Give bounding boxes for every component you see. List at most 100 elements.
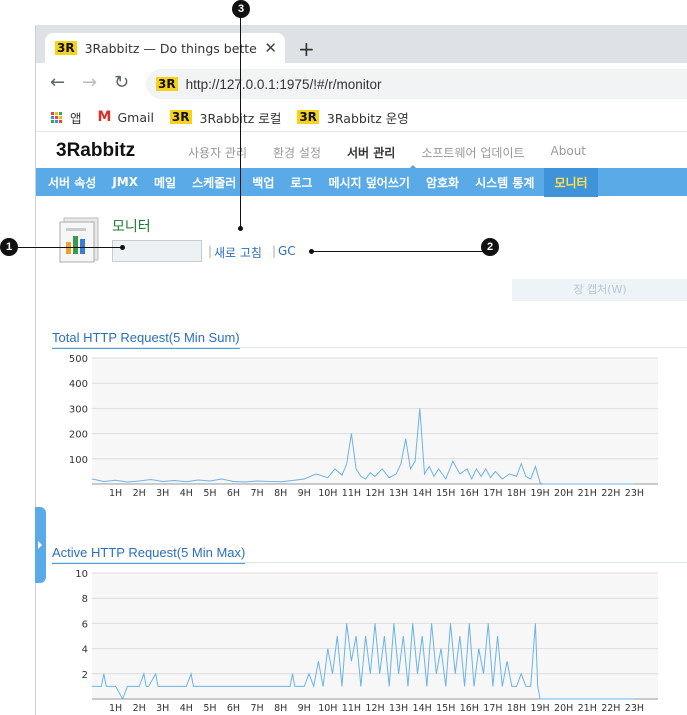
address-input[interactable]: 3R http://127.0.0.1:1975/!#/r/monitor [146, 69, 687, 99]
3r-favicon-icon: 3R [55, 41, 77, 55]
subnav-server-properties[interactable]: 서버 속성 [48, 174, 96, 191]
browser-window: 3R 3Rabbitz — Do things better, to ✕ + ←… [35, 25, 687, 715]
active-http-request-chart: 2 4 6 8 10 1H 2H 3H 4H 5H 6H 7H 8H 9H 10H 11H 12H 13H 14H 1… [75, 569, 658, 714]
tab-title: 3Rabbitz — Do things better, to [84, 40, 257, 56]
close-tab-icon[interactable]: ✕ [264, 39, 277, 57]
subnav-encryption[interactable]: 암호화 [426, 174, 459, 191]
side-panel-toggle[interactable] [35, 507, 46, 583]
y-tick-label: 400 [69, 379, 88, 390]
url-text: http://127.0.0.1:1975/!#/r/monitor [185, 76, 382, 92]
bookmark-gmail[interactable]: M Gmail [98, 109, 154, 125]
y-tick-label: 500 [69, 354, 88, 365]
subnav-log[interactable]: 로그 [290, 174, 312, 191]
x-tick-label: 15H [436, 488, 455, 499]
callout-2-dot [309, 249, 314, 254]
x-tick-label: 9H [298, 703, 311, 714]
capture-button[interactable]: 장 캡처(W) [512, 279, 687, 301]
forward-arrow-icon[interactable]: → [82, 72, 97, 93]
bookmarks-bar: 앱 M Gmail 3R 3Rabbitz 로컬 3R 3Rabbitz 운영 [36, 103, 687, 131]
x-tick-label: 8H [274, 703, 287, 714]
app-content: 3Rabbitz 사용자 관리 환경 설정 서버 관리 소프트웨어 업데이트 A… [36, 131, 687, 715]
y-tick-label: 6 [82, 619, 88, 630]
reload-icon[interactable]: ↻ [114, 72, 129, 93]
x-tick-label: 9H [298, 488, 311, 499]
callout-badge-1: 1 [0, 238, 18, 256]
x-tick-label: 2H [133, 703, 146, 714]
bookmark-apps[interactable]: 앱 [51, 108, 82, 127]
x-tick-label: 10H [318, 488, 337, 499]
refresh-link[interactable]: 새로 고침 [214, 244, 262, 261]
x-tick-label: 17H [483, 703, 502, 714]
top-menu-software-update[interactable]: 소프트웨어 업데이트 [421, 144, 524, 161]
top-menu-settings[interactable]: 환경 설정 [273, 144, 321, 161]
x-tick-label: 4H [180, 703, 193, 714]
x-tick-label: 10H [318, 703, 337, 714]
subnav-message-override[interactable]: 메시지 덮어쓰기 [328, 174, 409, 191]
plot-background [92, 573, 658, 699]
back-arrow-icon[interactable]: ← [50, 72, 65, 93]
separator: | [208, 244, 213, 258]
x-tick-label: 19H [530, 703, 549, 714]
new-tab-icon[interactable]: + [298, 37, 315, 61]
subnav-monitor[interactable]: 모니터 [544, 167, 598, 197]
x-tick-label: 13H [389, 488, 408, 499]
x-tick-label: 14H [413, 703, 432, 714]
x-tick-label: 11H [342, 703, 361, 714]
callout-badge-2: 2 [481, 238, 499, 256]
callout-2-line [312, 251, 484, 252]
y-tick-label: 8 [82, 594, 88, 605]
y-tick-label: 10 [75, 569, 88, 580]
x-tick-label: 3H [156, 488, 169, 499]
callout-badge-3: 3 [232, 0, 250, 18]
browser-tab[interactable]: 3R 3Rabbitz — Do things better, to ✕ [45, 33, 285, 63]
bookmark-3rabbitz-local[interactable]: 3R 3Rabbitz 로컬 [169, 108, 281, 127]
x-tick-label: 22H [601, 703, 620, 714]
x-tick-label: 12H [365, 703, 384, 714]
x-tick-label: 23H [625, 703, 644, 714]
separator: | [272, 244, 277, 258]
chart2-divider [52, 562, 687, 563]
address-bar-row: ← → ↻ 3R http://127.0.0.1:1975/!#/r/moni… [36, 63, 687, 103]
top-menu-about[interactable]: About [551, 144, 586, 161]
monitor-page-icon [59, 217, 99, 263]
gc-link[interactable]: GC [278, 244, 296, 258]
x-tick-label: 20H [554, 488, 573, 499]
callout-1-dot [120, 245, 125, 250]
top-menu: 사용자 관리 환경 설정 서버 관리 소프트웨어 업데이트 About [188, 144, 612, 170]
monitor-interval-input[interactable] [112, 240, 202, 262]
bookmark-label: Gmail [117, 109, 154, 125]
total-http-request-chart: 100 200 300 400 500 1H 2H 3H 4H 5H 6H 7H 8H 9H 10H 11H 1… [69, 354, 658, 499]
subnav-scheduler[interactable]: 스케줄러 [192, 174, 236, 191]
app-logo[interactable]: 3Rabbitz [56, 140, 135, 162]
x-tick-label: 16H [460, 488, 479, 499]
top-menu-user-management[interactable]: 사용자 관리 [188, 144, 247, 161]
x-tick-label: 4H [180, 488, 193, 499]
bookmark-label: 3Rabbitz 운영 [326, 110, 409, 126]
top-menu-server-management[interactable]: 서버 관리 [347, 144, 395, 161]
x-tick-label: 6H [227, 488, 240, 499]
x-tick-label: 23H [625, 488, 644, 499]
bookmark-label: 앱 [70, 110, 82, 126]
tab-strip: 3R 3Rabbitz — Do things better, to ✕ + [36, 25, 687, 63]
3r-favicon-icon: 3R [156, 77, 178, 91]
plot-background [92, 358, 658, 484]
x-tick-label: 7H [250, 703, 263, 714]
x-tick-label: 17H [483, 488, 502, 499]
subnav-mail[interactable]: 메일 [154, 174, 176, 191]
3r-favicon-icon: 3R [169, 110, 192, 124]
x-tick-label: 15H [436, 703, 455, 714]
bookmark-3rabbitz-prod[interactable]: 3R 3Rabbitz 운영 [297, 108, 409, 127]
y-tick-label: 200 [69, 430, 88, 441]
y-tick-label: 100 [69, 455, 88, 466]
callout-1-line [18, 247, 123, 248]
subnav-system-stats[interactable]: 시스템 통계 [475, 174, 534, 191]
x-tick-label: 11H [342, 488, 361, 499]
page-title: 모니터 [112, 219, 151, 235]
y-tick-label: 2 [82, 670, 88, 681]
x-tick-label: 22H [601, 488, 620, 499]
subnav-backup[interactable]: 백업 [252, 174, 274, 191]
x-tick-label: 19H [530, 488, 549, 499]
subnav-jmx[interactable]: JMX [112, 175, 138, 189]
x-tick-label: 21H [578, 703, 597, 714]
apps-grid-icon [51, 111, 62, 123]
